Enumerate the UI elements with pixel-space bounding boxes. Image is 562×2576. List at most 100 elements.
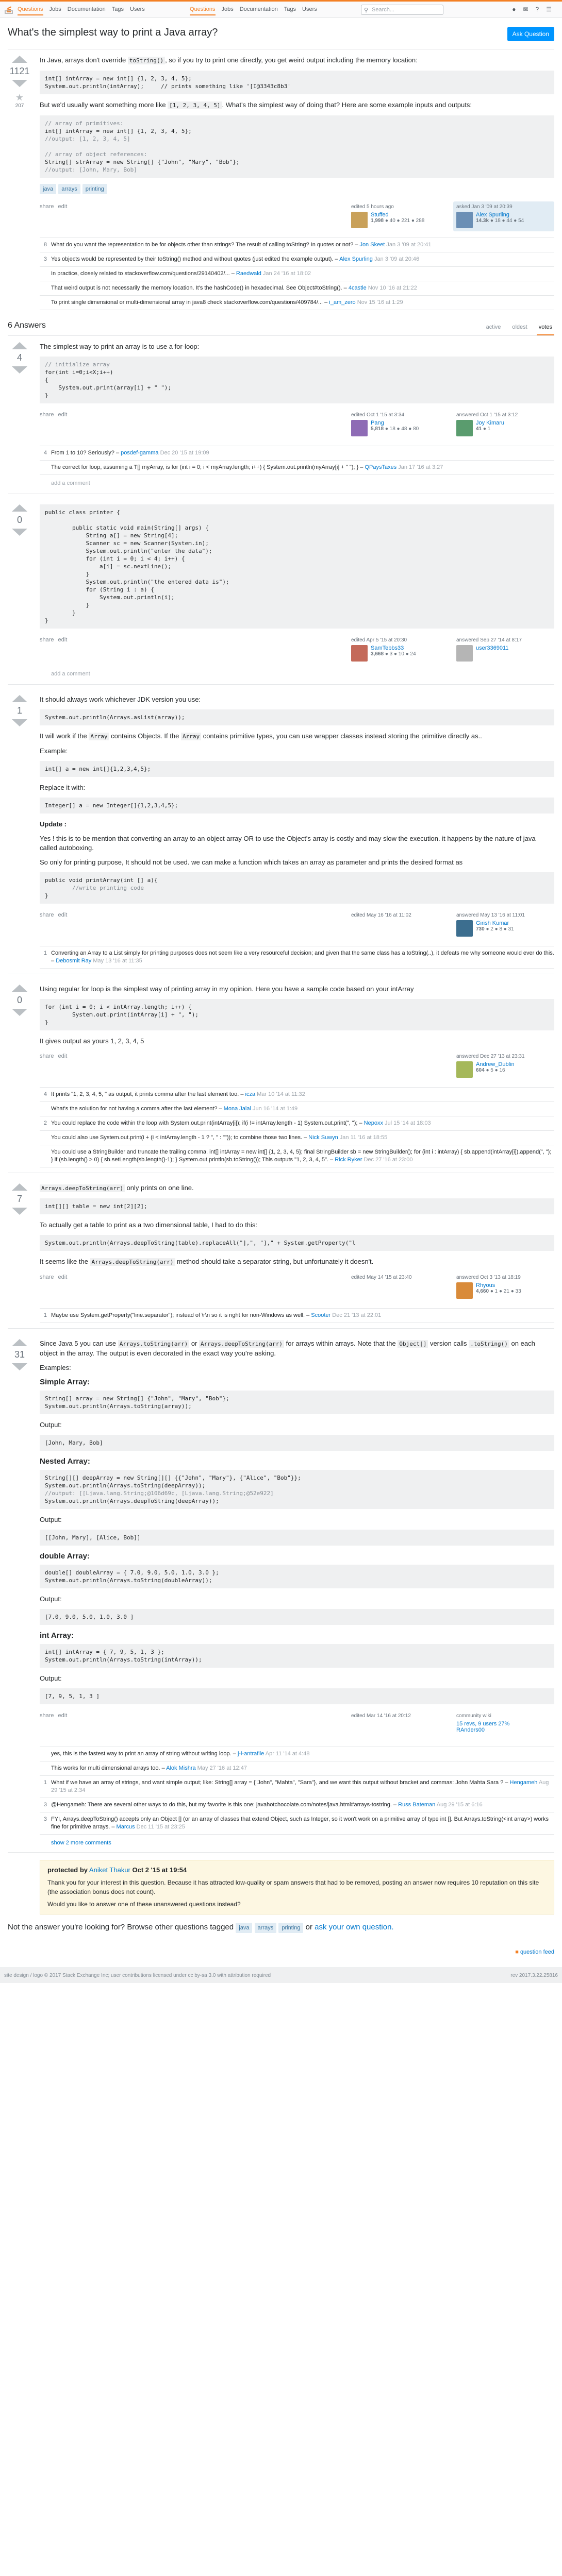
nav-documentation-2[interactable]: Documentation <box>240 6 278 15</box>
nav-jobs-2[interactable]: Jobs <box>222 6 234 15</box>
ask-question-button[interactable]: Ask Question <box>507 27 554 41</box>
tag-arrays[interactable]: arrays <box>58 184 80 194</box>
share-link[interactable]: share <box>40 1713 54 1719</box>
comment-date[interactable]: Mar 10 '14 at 11:32 <box>257 1091 305 1097</box>
tag-java[interactable]: java <box>236 1923 253 1933</box>
comment-date[interactable]: Apr 11 '14 at 4:48 <box>266 1751 310 1757</box>
nav-documentation[interactable]: Documentation <box>68 6 106 15</box>
search-input[interactable]: ⚲ Search... <box>361 5 443 15</box>
upvote-icon[interactable] <box>12 1183 27 1191</box>
share-link[interactable]: share <box>40 1274 54 1280</box>
tag-arrays[interactable]: arrays <box>254 1923 277 1933</box>
downvote-icon[interactable] <box>12 1009 27 1016</box>
comment-date[interactable]: Jul 15 '14 at 18:03 <box>385 1120 431 1126</box>
tab-oldest[interactable]: oldest <box>510 324 529 335</box>
comment-user[interactable]: Mona Jalal <box>224 1106 251 1112</box>
downvote-icon[interactable] <box>12 719 27 726</box>
ask-own-question-link[interactable]: ask your own question. <box>315 1923 393 1931</box>
nav-users[interactable]: Users <box>130 6 145 15</box>
user-name[interactable]: user3369011 <box>476 645 508 651</box>
avatar[interactable] <box>456 920 473 937</box>
share-link[interactable]: share <box>40 204 54 210</box>
edited-time[interactable]: edited May 16 '16 at 11:02 <box>351 912 446 918</box>
user-name[interactable]: Joy Kimaru <box>476 420 504 426</box>
downvote-icon[interactable] <box>12 1363 27 1370</box>
comment-user[interactable]: Debosmit Ray <box>56 958 91 964</box>
edit-link[interactable]: edit <box>58 1053 68 1059</box>
avatar[interactable] <box>351 420 368 436</box>
favorite-star-icon[interactable]: ★ <box>8 92 31 103</box>
user-name[interactable]: Rhyous <box>476 1282 521 1289</box>
upvote-icon[interactable] <box>12 985 27 992</box>
comment-date[interactable]: Jun 16 '14 at 1:49 <box>253 1106 297 1112</box>
comment-date[interactable]: Nov 15 '16 at 1:29 <box>357 299 403 306</box>
edit-link[interactable]: edit <box>58 1713 68 1719</box>
comment-user[interactable]: Alok Mishra <box>166 1765 195 1771</box>
comment-user[interactable]: j-i-antrafile <box>238 1751 264 1757</box>
question-feed-link[interactable]: ■ question feed <box>8 1949 554 1955</box>
user-name[interactable]: SamTebbs33 <box>371 645 416 651</box>
edit-link[interactable]: edit <box>58 1274 68 1280</box>
comment-user[interactable]: Scooter <box>311 1312 330 1318</box>
comment-date[interactable]: Dec 21 '13 at 22:01 <box>332 1312 381 1318</box>
edited-time[interactable]: edited 5 hours ago <box>351 204 446 210</box>
avatar[interactable] <box>456 212 473 228</box>
inbox-icon[interactable]: ✉ <box>523 6 528 13</box>
upvote-icon[interactable] <box>12 1339 27 1346</box>
edited-time[interactable]: edited May 14 '15 at 23:40 <box>351 1275 446 1280</box>
comment-date[interactable]: Nov 10 '16 at 21:22 <box>368 285 417 291</box>
comment-user[interactable]: Hengameh <box>510 1780 538 1786</box>
share-link[interactable]: share <box>40 912 54 918</box>
nav-jobs[interactable]: Jobs <box>49 6 61 15</box>
tag-printing[interactable]: printing <box>82 184 107 194</box>
edit-link[interactable]: edit <box>58 912 68 918</box>
page-title[interactable]: What's the simplest way to print a Java … <box>8 27 218 39</box>
stackoverflow-logo-icon[interactable] <box>4 5 13 14</box>
tab-active[interactable]: active <box>484 324 503 335</box>
user-name[interactable]: Stuffed <box>371 212 424 218</box>
login-icon[interactable]: ● <box>512 6 516 13</box>
comment-user[interactable]: i_am_zero <box>329 299 355 306</box>
user-name[interactable]: Girish Kumar <box>476 920 514 926</box>
avatar[interactable] <box>456 1061 473 1078</box>
avatar[interactable] <box>351 645 368 662</box>
comment-date[interactable]: Jan 3 '09 at 20:46 <box>374 256 419 262</box>
comment-date[interactable]: Dec 11 '15 at 23:25 <box>137 1824 185 1830</box>
comment-user[interactable]: Nepoxx <box>364 1120 383 1126</box>
edit-link[interactable]: edit <box>58 204 68 210</box>
user-name[interactable]: RAnders00 <box>456 1727 551 1733</box>
edit-link[interactable]: edit <box>58 637 68 643</box>
share-link[interactable]: share <box>40 1053 54 1059</box>
comment-date[interactable]: Dec 20 '15 at 19:09 <box>160 450 209 456</box>
edited-time[interactable]: edited Mar 14 '16 at 20:12 <box>351 1713 446 1719</box>
tag-printing[interactable]: printing <box>278 1923 304 1933</box>
comment-date[interactable]: May 27 '16 at 12:47 <box>197 1765 247 1771</box>
add-comment-link[interactable]: add a comment <box>51 480 554 486</box>
comment-date[interactable]: Jan 17 '16 at 3:27 <box>398 464 443 470</box>
edited-time[interactable]: edited Apr 5 '15 at 20:30 <box>351 637 446 643</box>
tag-java[interactable]: java <box>40 184 57 194</box>
comment-user[interactable]: Marcus <box>117 1824 135 1830</box>
comment-date[interactable]: Dec 27 '16 at 23:00 <box>363 1157 412 1163</box>
comment-user[interactable]: 4castle <box>349 285 367 291</box>
show-more-comments-link[interactable]: show 2 more comments <box>51 1840 554 1846</box>
comment-user[interactable]: Jon Skeet <box>359 242 385 248</box>
comment-date[interactable]: Jan 3 '09 at 20:41 <box>386 242 431 248</box>
comment-date[interactable]: Jan 24 '16 at 18:02 <box>263 270 311 277</box>
avatar[interactable] <box>456 1282 473 1299</box>
comment-user[interactable]: Rick Ryker <box>335 1157 362 1163</box>
avatar[interactable] <box>456 420 473 436</box>
avatar[interactable] <box>456 645 473 662</box>
tab-votes[interactable]: votes <box>536 324 554 335</box>
share-link[interactable]: share <box>40 412 54 418</box>
comment-user[interactable]: Alex Spurling <box>339 256 373 262</box>
comment-user[interactable]: Russ Bateman <box>398 1802 435 1808</box>
user-name[interactable]: Alex Spurling <box>476 212 524 218</box>
downvote-icon[interactable] <box>12 366 27 374</box>
comment-user[interactable]: Nick Suwyn <box>308 1134 338 1141</box>
downvote-icon[interactable] <box>12 1208 27 1215</box>
comment-date[interactable]: Aug 29 '15 at 6:16 <box>437 1802 483 1808</box>
comment-date[interactable]: May 13 '16 at 11:35 <box>93 958 142 964</box>
upvote-icon[interactable] <box>12 342 27 349</box>
user-name[interactable]: Andrew_Dublin <box>476 1061 515 1067</box>
